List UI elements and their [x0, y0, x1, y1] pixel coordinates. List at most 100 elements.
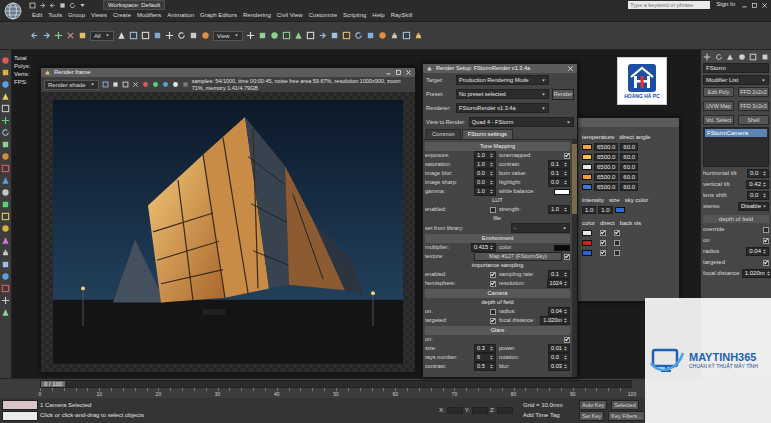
checkbox[interactable] [490, 318, 496, 324]
geometry-icon[interactable] [1, 68, 10, 77]
modifier-button[interactable]: FFD 3x3x3 [738, 101, 769, 111]
number-spinner[interactable]: 0.1 [548, 270, 570, 279]
place-icon[interactable] [201, 31, 210, 40]
undo-icon[interactable] [30, 31, 39, 40]
auto-key-button[interactable]: Auto Key [579, 400, 607, 410]
dropdown-arrow-icon[interactable] [762, 204, 767, 209]
spinner-arrows-icon[interactable] [563, 346, 568, 351]
move-icon[interactable] [165, 31, 174, 40]
workspace-selector[interactable]: Workspace: Default [103, 0, 165, 10]
number-spinner[interactable]: 0.0 [474, 169, 496, 178]
spinner-arrows-icon[interactable] [762, 182, 767, 187]
frame-ruler[interactable]: 0102030405060708090100 [40, 388, 632, 397]
undo-icon[interactable] [49, 2, 56, 9]
close-icon[interactable] [405, 69, 412, 76]
menu-item[interactable]: Views [88, 12, 110, 20]
sign-in-link[interactable]: Sign In [713, 1, 738, 9]
temperature-field[interactable]: 6500.0 [594, 143, 618, 151]
modifier-button[interactable]: Edit Poly [703, 87, 734, 97]
intensity-field[interactable]: 1.0 [582, 206, 596, 214]
key-filters-button[interactable]: Key Filters... [608, 411, 645, 421]
angle-field[interactable]: 60.0 [620, 183, 638, 191]
minimize-icon[interactable] [741, 2, 748, 9]
color-swatch[interactable] [582, 164, 592, 170]
number-spinner[interactable]: 0.04 [548, 307, 570, 316]
spinner-snap-icon[interactable] [294, 31, 303, 40]
color-swatch[interactable] [582, 174, 592, 180]
checkbox[interactable] [600, 240, 606, 246]
align-icon[interactable] [330, 31, 339, 40]
number-spinner[interactable]: 0.415 [471, 243, 496, 252]
checkbox[interactable] [614, 240, 620, 246]
modifier-button[interactable]: UVW Map [703, 101, 734, 111]
time-slider[interactable]: 0 / 100 [40, 380, 632, 388]
hierarchy-tab-icon[interactable] [726, 53, 734, 61]
helpers-icon[interactable] [1, 116, 10, 125]
spinner-arrows-icon[interactable] [563, 180, 568, 185]
menu-item[interactable]: Animation [164, 12, 197, 20]
textplus-icon[interactable] [1, 272, 10, 281]
dropdown-icon[interactable] [79, 2, 86, 9]
size-field[interactable]: 1.0 [598, 206, 612, 214]
number-spinner[interactable]: 1024 [547, 279, 570, 288]
maxscript-output[interactable] [2, 411, 38, 421]
spinner-arrows-icon[interactable] [489, 189, 494, 194]
close-icon[interactable] [761, 2, 768, 9]
schematic-icon[interactable] [366, 31, 375, 40]
number-spinner[interactable]: 0.3 [474, 344, 496, 353]
tube-icon[interactable] [1, 212, 10, 221]
render-frame-window[interactable]: Render frameRender shadesamples: 54/1000… [40, 67, 416, 373]
color-swatch[interactable] [582, 144, 592, 150]
setup-tab[interactable]: Common [426, 129, 461, 139]
search-field[interactable] [628, 1, 710, 9]
systems-icon[interactable] [1, 140, 10, 149]
grid-icon[interactable] [1, 296, 10, 305]
spinner-arrows-icon[interactable] [489, 162, 494, 167]
add-time-tag-button[interactable]: Add Time Tag [523, 410, 579, 420]
menu-item[interactable]: Create [110, 12, 134, 20]
checkbox[interactable] [564, 153, 570, 159]
spinner-arrows-icon[interactable] [563, 162, 568, 167]
number-spinner[interactable]: 0.0 [548, 353, 570, 362]
menu-item[interactable]: Civil View [274, 12, 306, 20]
mono-icon[interactable] [182, 81, 189, 88]
setup-dropdown[interactable]: FStormRender v1.3.4a [456, 103, 549, 113]
parameter-spinner[interactable]: 0.0 [747, 191, 769, 200]
new-file-icon[interactable] [29, 2, 36, 9]
checkbox[interactable] [600, 250, 606, 256]
set-key-button[interactable]: Set Key [579, 411, 604, 421]
spinner-arrows-icon[interactable] [489, 245, 494, 250]
shapes-icon[interactable] [1, 80, 10, 89]
render-setup-icon[interactable] [390, 31, 399, 40]
isolate-icon[interactable] [1, 284, 10, 293]
scale-icon[interactable] [189, 31, 198, 40]
minimize-icon[interactable] [385, 69, 392, 76]
setup-tab[interactable]: FStorm settings [462, 129, 513, 139]
number-spinner[interactable]: 0.01 [548, 344, 570, 353]
scrollbar-thumb[interactable] [572, 144, 577, 214]
object-name-field[interactable]: FStorm [703, 63, 769, 73]
cameras-icon[interactable] [1, 104, 10, 113]
coordinate-field[interactable] [472, 407, 488, 414]
spinner-arrows-icon[interactable] [563, 281, 568, 286]
angle-field[interactable]: 60.0 [620, 153, 638, 161]
alpha-channel-icon[interactable] [172, 81, 179, 88]
color-swatch[interactable] [554, 189, 570, 195]
box-icon[interactable] [1, 164, 10, 173]
modify-tab-icon[interactable] [715, 53, 723, 61]
spinner-arrows-icon[interactable] [489, 153, 494, 158]
bind-icon[interactable] [78, 31, 87, 40]
menu-item[interactable]: Scripting [340, 12, 369, 20]
render-canvas[interactable] [41, 92, 415, 372]
play-icon[interactable] [1, 308, 10, 317]
rotate-icon[interactable] [177, 31, 186, 40]
redo-icon[interactable] [69, 2, 76, 9]
checkbox[interactable] [564, 254, 570, 260]
create-tab-icon[interactable] [703, 53, 711, 61]
spinner-arrows-icon[interactable] [766, 271, 771, 276]
checkbox[interactable] [614, 250, 620, 256]
number-spinner[interactable]: 1.0 [474, 160, 496, 169]
spinner-arrows-icon[interactable] [489, 180, 494, 185]
checkbox[interactable] [490, 272, 496, 278]
render-button[interactable]: Render [552, 89, 574, 100]
